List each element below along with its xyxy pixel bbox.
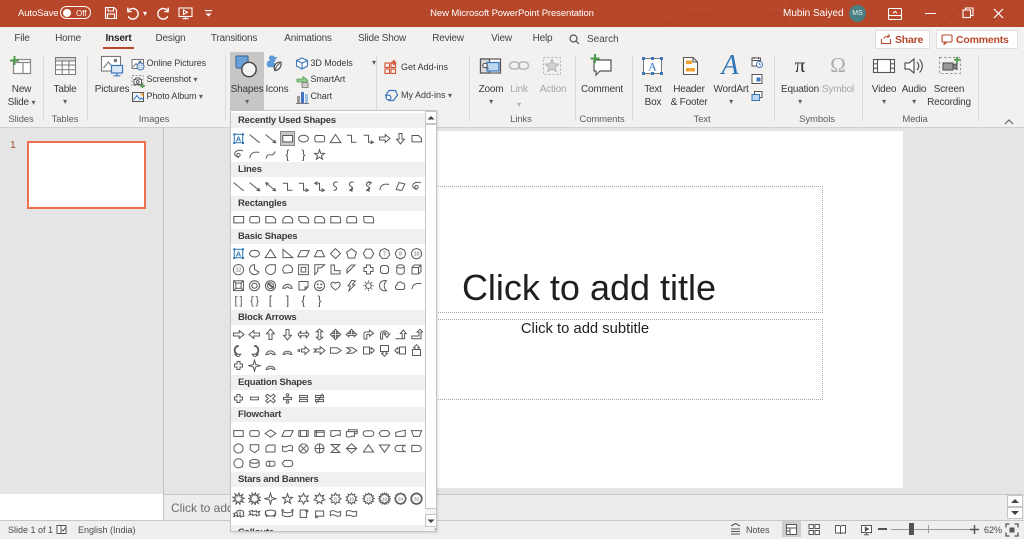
svg-text:}: } [317,294,321,307]
svg-text:]: ] [239,295,242,307]
svg-text:16: 16 [382,496,388,501]
svg-text:{: { [250,295,254,307]
svg-text:10: 10 [349,496,355,501]
svg-text:A: A [236,134,242,143]
svg-text:8: 8 [334,496,337,501]
svg-text:[: [ [269,294,273,307]
svg-text:12: 12 [236,267,242,273]
svg-text:{: { [301,294,305,307]
svg-text:12: 12 [366,496,372,501]
svg-text:{: { [285,148,289,161]
svg-text:A: A [648,60,657,74]
svg-text:[: [ [234,295,237,307]
svg-text:A: A [719,53,739,77]
svg-text:32: 32 [414,496,420,501]
svg-text:A: A [236,249,242,258]
svg-text:]: ] [285,294,288,307]
svg-text:}: } [256,295,260,307]
svg-text:}: } [301,148,305,161]
svg-text:24: 24 [398,496,404,501]
svg-text:10: 10 [414,251,420,257]
svg-text:8: 8 [399,251,402,257]
svg-text:7: 7 [383,251,386,257]
